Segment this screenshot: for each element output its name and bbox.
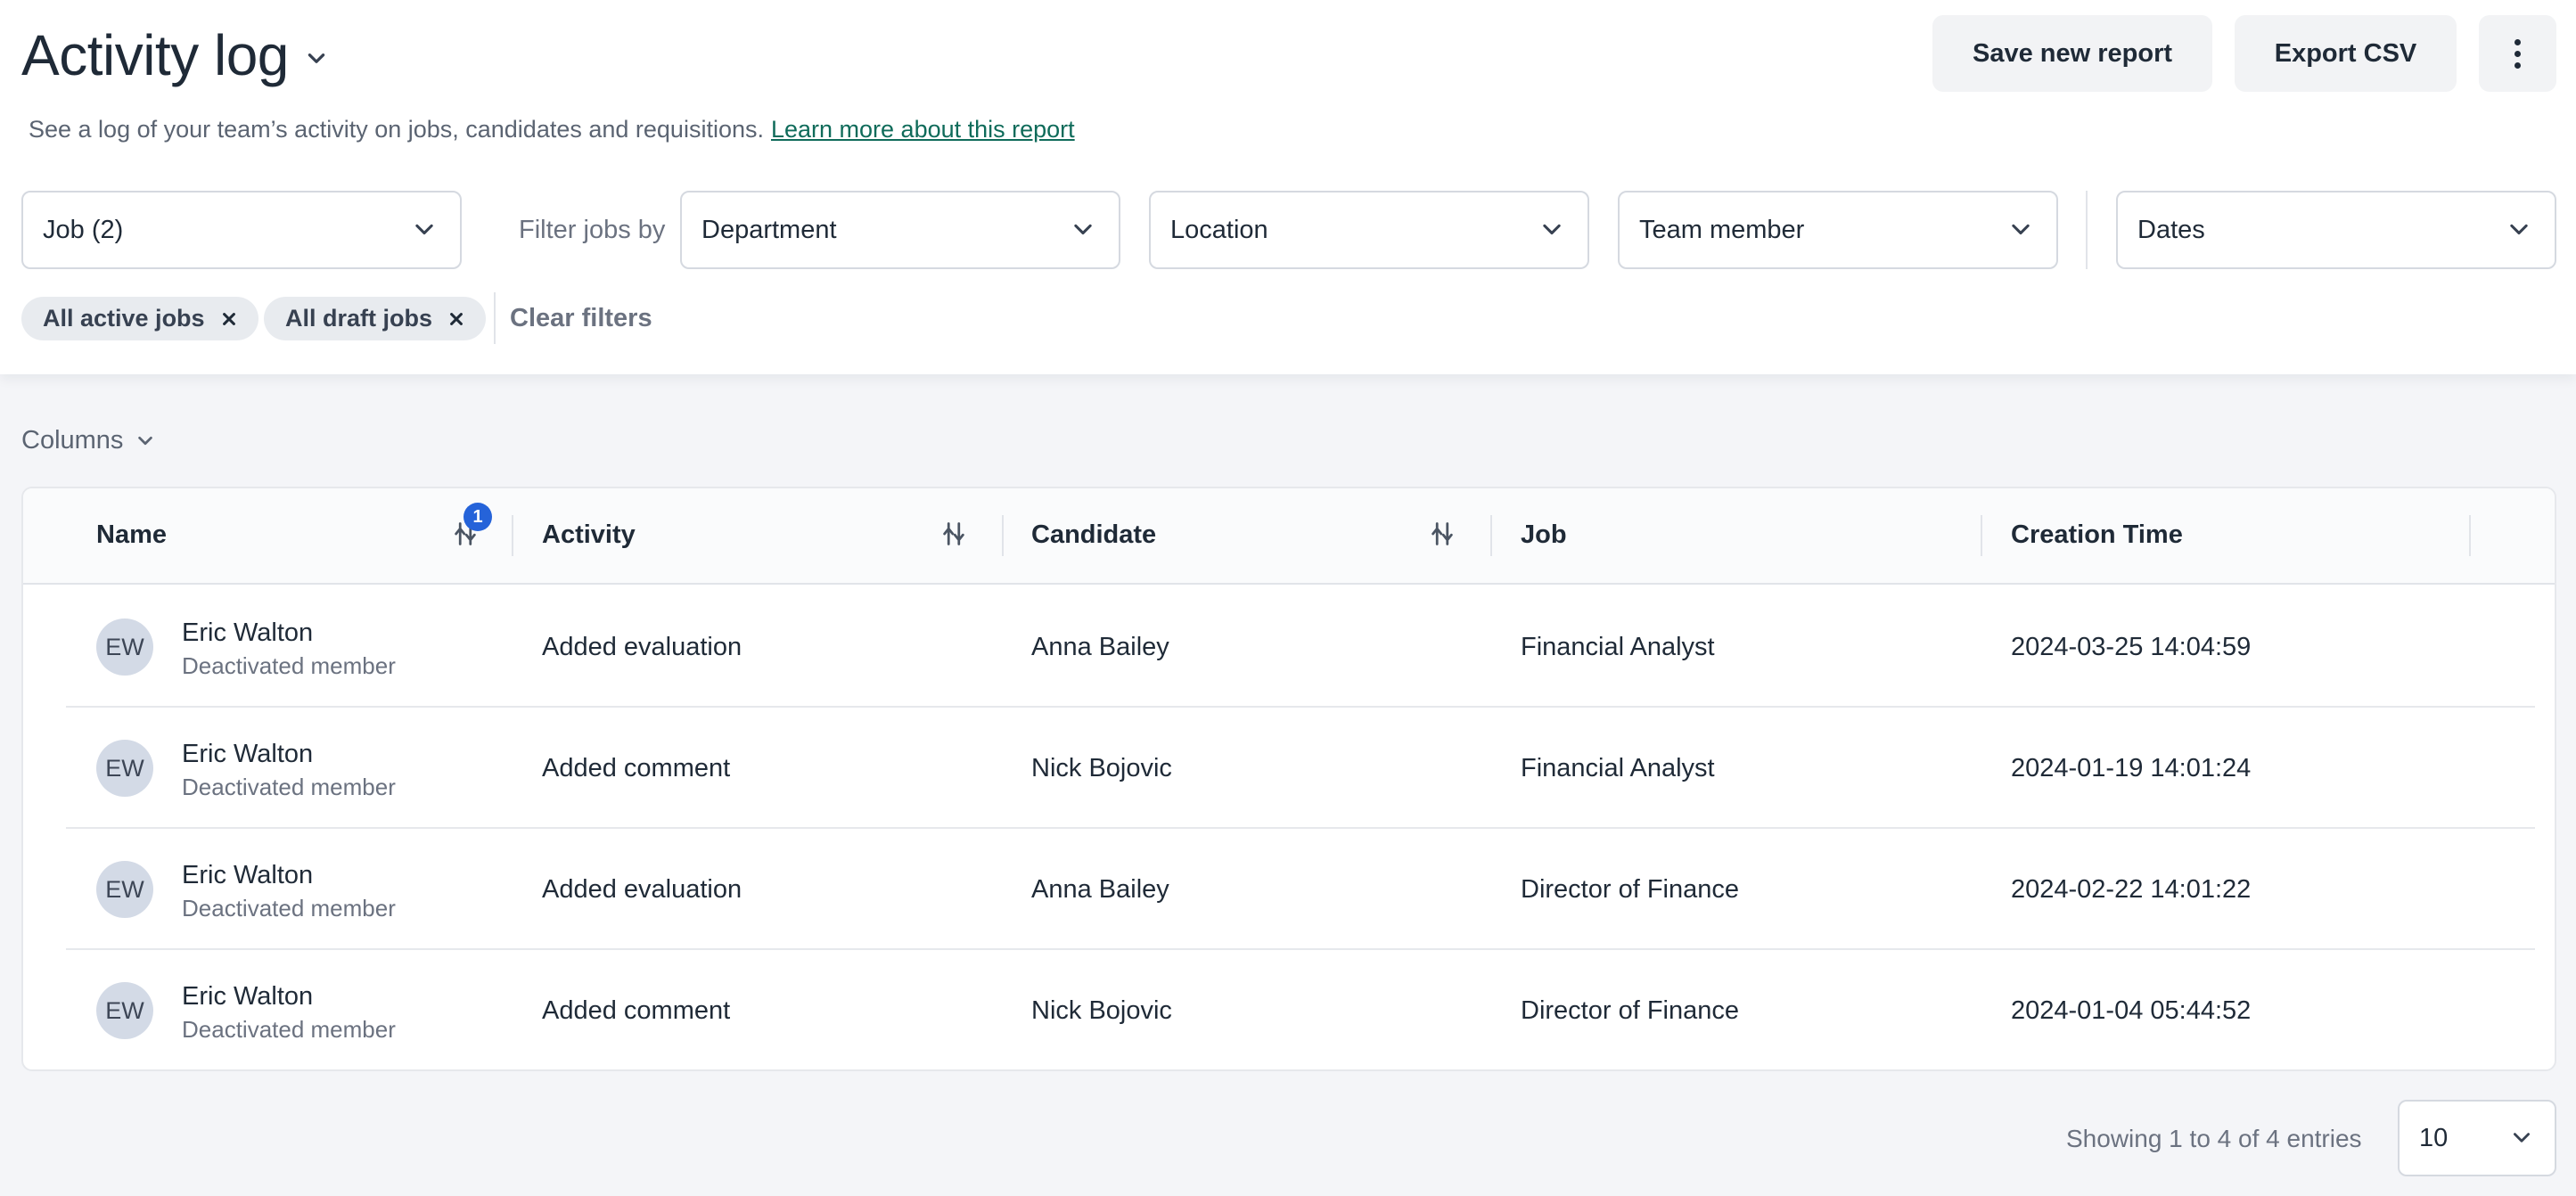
sort-icon[interactable] xyxy=(1430,520,1455,547)
member-name: Eric Walton xyxy=(182,861,314,889)
chevron-down-icon xyxy=(1074,224,1092,235)
page-subtitle: See a log of your team’s activity on job… xyxy=(29,116,1075,143)
table-row[interactable]: EW Eric Walton Deactivated member Added … xyxy=(66,829,2535,950)
avatar: EW xyxy=(96,618,153,676)
member-status: Deactivated member xyxy=(182,1016,396,1043)
column-header-candidate[interactable]: Candidate xyxy=(1031,520,1156,550)
report-header-panel: Activity log See a log of your team’s ac… xyxy=(0,0,2576,374)
member-status: Deactivated member xyxy=(182,774,396,800)
column-divider xyxy=(1002,515,1004,556)
sort-icon[interactable] xyxy=(941,520,966,547)
chevron-down-icon xyxy=(2012,224,2030,235)
job-select-value: Job (2) xyxy=(43,215,124,244)
chevron-down-icon xyxy=(138,436,153,445)
dates-select-value: Dates xyxy=(2137,215,2205,244)
column-header-name[interactable]: Name xyxy=(96,520,167,550)
creation-time-cell: 2024-01-19 14:01:24 xyxy=(2011,754,2252,782)
department-select-value: Department xyxy=(701,215,837,244)
chip-label: All draft jobs xyxy=(285,305,433,332)
page-size-value: 10 xyxy=(2419,1123,2449,1152)
learn-more-link[interactable]: Learn more about this report xyxy=(771,116,1075,143)
chip-divider xyxy=(494,292,496,344)
activity-cell: Added comment xyxy=(542,754,731,782)
activity-cell: Added comment xyxy=(542,996,731,1025)
member-status: Deactivated member xyxy=(182,895,396,922)
columns-toggle-label: Columns xyxy=(21,426,124,455)
job-cell: Director of Finance xyxy=(1521,996,1739,1025)
column-divider xyxy=(512,515,513,556)
columns-toggle[interactable]: Columns xyxy=(21,426,155,455)
save-new-report-button[interactable]: Save new report xyxy=(1932,15,2212,92)
title-row[interactable]: Activity log xyxy=(21,21,328,89)
column-divider xyxy=(1981,515,1982,556)
candidate-cell: Nick Bojovic xyxy=(1031,996,1172,1025)
dates-select[interactable]: Dates xyxy=(2116,191,2556,269)
candidate-cell: Anna Bailey xyxy=(1031,875,1169,904)
creation-time-cell: 2024-01-04 05:44:52 xyxy=(2011,996,2252,1025)
location-select-value: Location xyxy=(1170,215,1268,244)
chevron-down-icon xyxy=(2510,224,2528,235)
chevron-down-icon xyxy=(2514,1133,2530,1143)
column-header-activity[interactable]: Activity xyxy=(542,520,636,550)
location-select[interactable]: Location xyxy=(1149,191,1589,269)
team-member-select[interactable]: Team member xyxy=(1618,191,2058,269)
sort-order-badge: 1 xyxy=(464,503,492,531)
creation-time-cell: 2024-03-25 14:04:59 xyxy=(2011,633,2252,661)
table-row[interactable]: EW Eric Walton Deactivated member Added … xyxy=(66,586,2535,708)
table-row[interactable]: EW Eric Walton Deactivated member Added … xyxy=(66,708,2535,829)
avatar: EW xyxy=(96,861,153,918)
column-header-creation-time[interactable]: Creation Time xyxy=(2011,520,2183,550)
job-cell: Financial Analyst xyxy=(1521,633,1715,661)
column-divider xyxy=(1490,515,1492,556)
page-title: Activity log xyxy=(21,23,289,87)
vertical-dots-icon xyxy=(2514,38,2521,69)
close-icon[interactable] xyxy=(448,311,464,327)
chevron-down-icon xyxy=(415,224,433,235)
chip-label: All active jobs xyxy=(43,305,205,332)
chevron-down-icon[interactable] xyxy=(305,47,328,70)
export-csv-button[interactable]: Export CSV xyxy=(2235,15,2457,92)
close-icon[interactable] xyxy=(221,311,237,327)
page-size-select[interactable]: 10 xyxy=(2398,1100,2556,1176)
candidate-cell: Anna Bailey xyxy=(1031,633,1169,661)
filter-chip-active-jobs: All active jobs xyxy=(21,297,258,340)
filter-jobs-by-label: Filter jobs by xyxy=(519,216,666,244)
activity-table: Name 1 Activity Candidate Job Creation T… xyxy=(21,487,2556,1071)
avatar: EW xyxy=(96,740,153,797)
team-member-select-value: Team member xyxy=(1639,215,1805,244)
filter-divider xyxy=(2086,191,2088,269)
activity-cell: Added evaluation xyxy=(542,875,742,904)
member-name: Eric Walton xyxy=(182,982,314,1011)
column-header-job[interactable]: Job xyxy=(1521,520,1567,550)
filter-chip-draft-jobs: All draft jobs xyxy=(264,297,487,340)
pagination-summary: Showing 1 to 4 of 4 entries xyxy=(2066,1125,2362,1152)
creation-time-cell: 2024-02-22 14:01:22 xyxy=(2011,875,2252,904)
table-header: Name 1 Activity Candidate Job Creation T… xyxy=(23,488,2555,585)
subtitle-text: See a log of your team’s activity on job… xyxy=(29,116,764,143)
job-select[interactable]: Job (2) xyxy=(21,191,462,269)
column-divider xyxy=(2469,515,2471,556)
more-options-button[interactable] xyxy=(2479,15,2556,92)
job-cell: Director of Finance xyxy=(1521,875,1739,904)
candidate-cell: Nick Bojovic xyxy=(1031,754,1172,782)
member-status: Deactivated member xyxy=(182,652,396,679)
department-select[interactable]: Department xyxy=(680,191,1120,269)
activity-cell: Added evaluation xyxy=(542,633,742,661)
table-row[interactable]: EW Eric Walton Deactivated member Added … xyxy=(66,950,2535,1069)
chevron-down-icon xyxy=(1543,224,1561,235)
job-cell: Financial Analyst xyxy=(1521,754,1715,782)
clear-filters-button[interactable]: Clear filters xyxy=(510,304,652,333)
member-name: Eric Walton xyxy=(182,618,314,647)
avatar: EW xyxy=(96,982,153,1039)
member-name: Eric Walton xyxy=(182,740,314,768)
